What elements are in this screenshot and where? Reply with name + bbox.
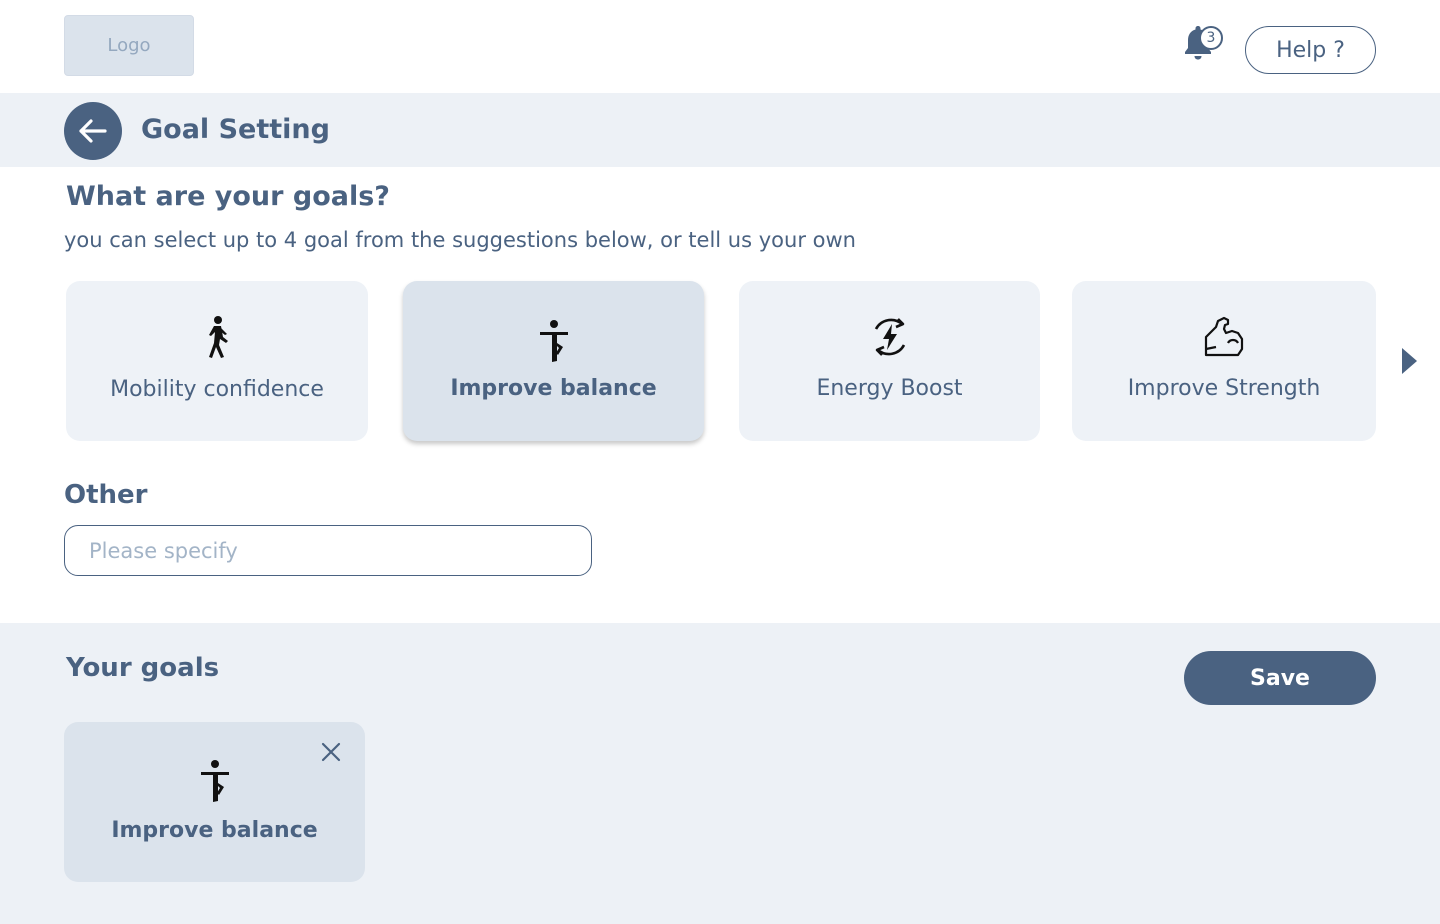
page-title: Goal Setting bbox=[141, 114, 330, 145]
balancing-person-icon bbox=[531, 318, 577, 364]
selected-goal-label: Improve balance bbox=[111, 818, 318, 843]
chevron-right-icon bbox=[1402, 348, 1417, 374]
close-icon bbox=[321, 742, 341, 762]
back-button[interactable] bbox=[64, 102, 122, 160]
goal-option-improve-strength[interactable]: Improve Strength bbox=[1072, 281, 1376, 441]
arrow-left-icon bbox=[79, 119, 107, 143]
goal-option-label: Improve Strength bbox=[1127, 376, 1321, 401]
other-goal-label: Other bbox=[64, 480, 148, 510]
title-bar: Goal Setting bbox=[0, 93, 1440, 167]
energy-bolt-icon bbox=[867, 314, 913, 360]
goal-option-label: Energy Boost bbox=[816, 376, 963, 401]
help-button[interactable]: Help ? bbox=[1245, 26, 1376, 74]
header: Logo 3 Help ? bbox=[0, 0, 1440, 93]
selected-goal-card: Improve balance bbox=[64, 722, 365, 882]
goals-instructions: you can select up to 4 goal from the sug… bbox=[64, 228, 856, 252]
goal-option-mobility-confidence[interactable]: Mobility confidence bbox=[66, 281, 368, 441]
your-goals-section: Your goals Save Improve balance bbox=[0, 623, 1440, 924]
notifications-button[interactable]: 3 bbox=[1180, 22, 1224, 64]
logo: Logo bbox=[64, 15, 194, 76]
next-suggestions-button[interactable] bbox=[1396, 343, 1422, 379]
goal-option-improve-balance[interactable]: Improve balance bbox=[403, 281, 704, 441]
remove-goal-button[interactable] bbox=[318, 739, 344, 765]
balancing-person-icon bbox=[192, 758, 238, 804]
other-goal-input[interactable] bbox=[64, 525, 592, 576]
goal-option-label: Improve balance bbox=[450, 376, 657, 401]
your-goals-heading: Your goals bbox=[66, 653, 220, 683]
goal-option-energy-boost[interactable]: Energy Boost bbox=[739, 281, 1040, 441]
goal-option-label: Mobility confidence bbox=[110, 377, 324, 402]
notification-count-badge: 3 bbox=[1199, 26, 1223, 50]
goals-question-heading: What are your goals? bbox=[66, 181, 390, 212]
save-button[interactable]: Save bbox=[1184, 651, 1376, 705]
flexed-arm-icon bbox=[1201, 314, 1247, 360]
walking-person-icon bbox=[194, 314, 240, 360]
